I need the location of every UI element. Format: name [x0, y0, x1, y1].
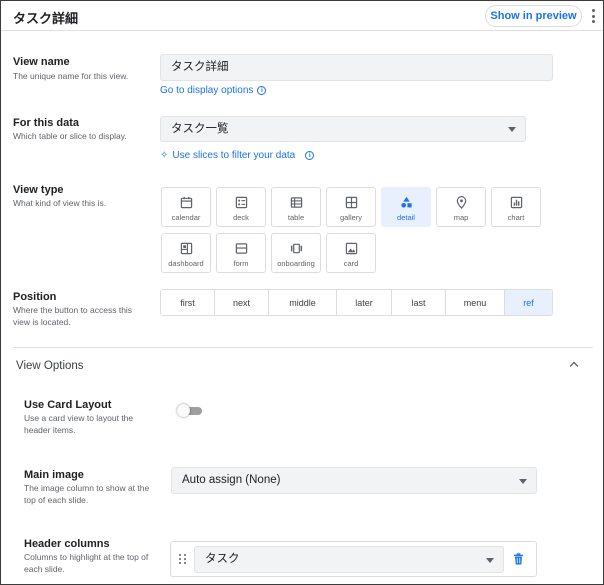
gallery-icon [345, 196, 358, 209]
collapse-chevron-icon[interactable] [569, 361, 579, 371]
more-options-icon[interactable] [588, 9, 598, 23]
view-type-name: table [287, 213, 305, 222]
main-image-select[interactable]: Auto assign (None) [171, 467, 537, 494]
header-columns-description: Columns to highlight at the top of each … [24, 552, 149, 574]
view-type-name: dashboard [168, 259, 204, 268]
header-columns-label: Header columns [24, 538, 110, 550]
dropdown-caret-icon [519, 478, 527, 484]
position-segmented-control: first next middle later last menu ref [160, 289, 553, 316]
use-slices-link[interactable]: ✧ Use slices to filter your data i [160, 150, 315, 161]
drag-handle-icon[interactable] [179, 554, 187, 564]
for-this-data-value: タスク一覧 [171, 123, 229, 135]
view-type-detail[interactable]: detail [381, 187, 431, 227]
view-type-description: What kind of view this is. [13, 198, 107, 208]
dashboard-icon [180, 242, 193, 255]
view-type-name: calendar [171, 213, 201, 222]
position-description: Where the button to access this view is … [13, 305, 133, 327]
view-type-deck[interactable]: deck [216, 187, 266, 227]
view-type-label: View type [13, 184, 64, 196]
position-label: Position [13, 291, 57, 303]
view-type-name: deck [233, 213, 249, 222]
main-image-value: Auto assign (None) [182, 474, 281, 486]
table-icon [290, 197, 303, 208]
chart-icon [510, 196, 523, 209]
main-image-label: Main image [24, 469, 84, 481]
dropdown-caret-icon [508, 127, 516, 132]
view-type-name: detail [397, 213, 415, 222]
position-last[interactable]: last [392, 290, 446, 315]
view-name-label: View name [13, 56, 70, 68]
for-this-data-label: For this data [13, 117, 80, 129]
onboarding-icon [290, 243, 303, 254]
view-name-input[interactable]: タスク詳細 [160, 54, 553, 81]
view-type-card[interactable]: card [326, 233, 376, 273]
position-middle[interactable]: middle [269, 290, 337, 315]
sparkle-icon: ✧ [160, 150, 169, 161]
detail-icon [401, 196, 412, 208]
for-this-data-description: Which table or slice to display. [13, 131, 127, 141]
position-later[interactable]: later [337, 290, 392, 315]
use-slices-label: Use slices to filter your data [172, 150, 296, 161]
view-type-name: form [233, 259, 249, 268]
main-image-description: The image column to show at the top of e… [24, 483, 150, 505]
use-card-layout-description: Use a card view to layout the header ite… [24, 413, 134, 435]
view-type-map[interactable]: map [436, 187, 486, 227]
view-type-gallery[interactable]: gallery [326, 187, 376, 227]
use-card-layout-label: Use Card Layout [24, 399, 112, 411]
dropdown-caret-icon [486, 557, 494, 563]
card-icon [345, 242, 358, 255]
info-icon: i [257, 86, 267, 95]
panel-header: タスク詳細 Show in preview [1, 1, 603, 31]
deck-icon [235, 196, 248, 209]
view-type-calendar[interactable]: calendar [161, 187, 211, 227]
view-editor-panel: タスク詳細 Show in preview View name The uniq… [0, 0, 604, 585]
go-to-display-options-label: Go to display options [160, 85, 254, 96]
view-type-name: gallery [339, 213, 363, 222]
view-type-name: onboarding [277, 259, 315, 268]
go-to-display-options-link[interactable]: Go to display options i [160, 85, 267, 96]
toggle-knob [177, 404, 190, 417]
view-name-description: The unique name for this view. [13, 71, 129, 81]
form-icon [235, 243, 248, 254]
section-divider [13, 347, 593, 348]
page-title: タスク詳細 [13, 11, 79, 26]
view-type-dashboard[interactable]: dashboard [161, 233, 211, 273]
info-icon: i [305, 151, 315, 160]
view-type-table[interactable]: table [271, 187, 321, 227]
delete-trash-icon[interactable] [513, 553, 524, 565]
header-column-select[interactable]: タスク [194, 546, 504, 573]
header-column-value: タスク [205, 553, 240, 565]
view-type-chart[interactable]: chart [491, 187, 541, 227]
position-ref[interactable]: ref [505, 290, 552, 315]
position-next[interactable]: next [215, 290, 269, 315]
position-menu[interactable]: menu [446, 290, 505, 315]
view-type-name: card [343, 259, 359, 268]
view-type-name: map [453, 213, 469, 222]
position-first[interactable]: first [161, 290, 215, 315]
show-in-preview-button[interactable]: Show in preview [485, 5, 582, 27]
view-type-onboarding[interactable]: onboarding [271, 233, 321, 273]
map-pin-icon [456, 196, 467, 209]
calendar-icon [180, 196, 193, 209]
view-type-name: chart [507, 213, 525, 222]
use-card-layout-toggle[interactable] [177, 404, 203, 417]
view-options-title: View Options [16, 360, 84, 372]
view-type-form[interactable]: form [216, 233, 266, 273]
for-this-data-select[interactable]: タスク一覧 [160, 116, 526, 142]
